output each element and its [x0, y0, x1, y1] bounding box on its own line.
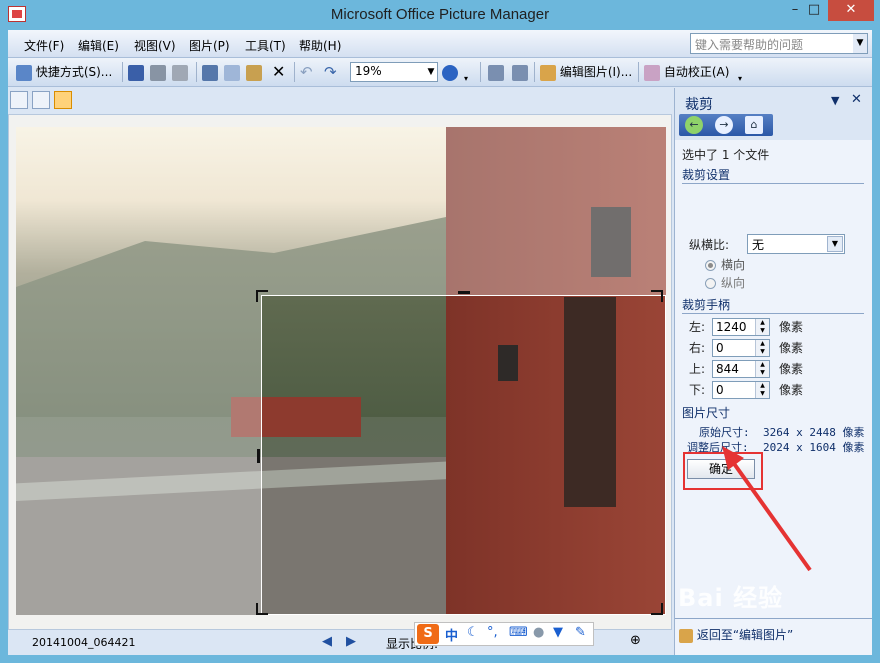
annotation-arrow-head [722, 446, 744, 470]
baidu-watermark: Bai 经验 [678, 584, 784, 612]
annotation-arrow-shaft [728, 456, 812, 572]
annotation-arrow [722, 446, 812, 572]
